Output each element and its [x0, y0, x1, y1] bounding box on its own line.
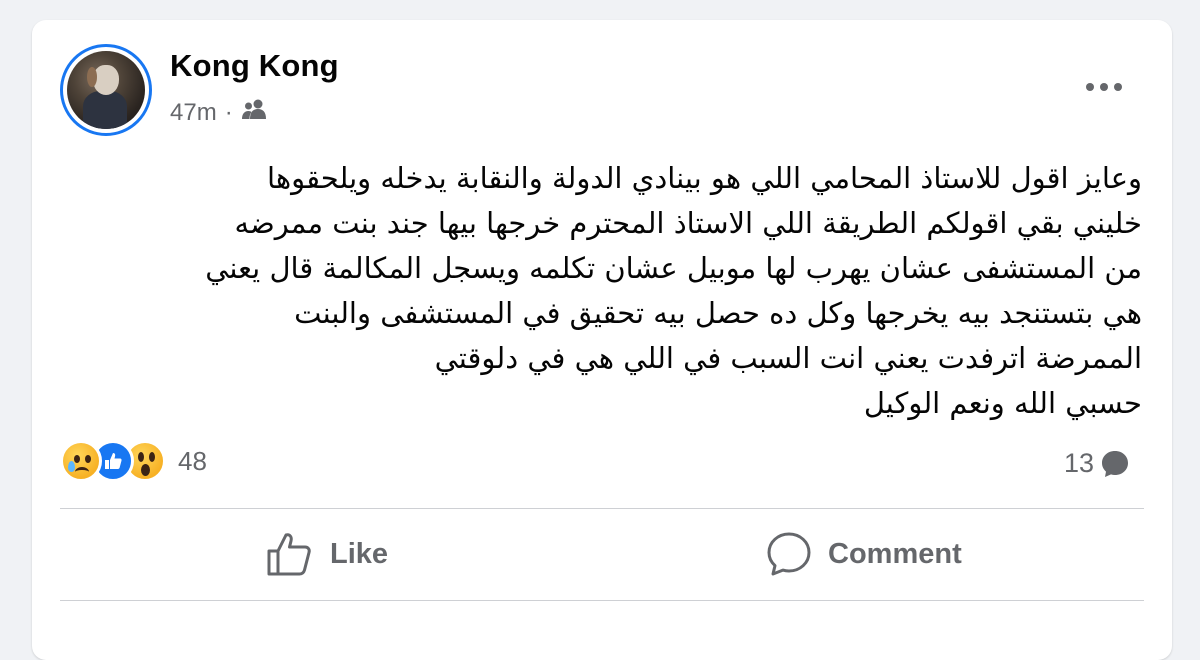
reaction-count[interactable]: 48 — [178, 446, 207, 477]
avatar[interactable] — [60, 44, 152, 136]
post-meta: 47m · — [170, 98, 267, 127]
comment-button[interactable]: Comment — [766, 530, 962, 578]
ellipsis-icon — [1086, 83, 1122, 91]
author-name[interactable]: Kong Kong — [170, 48, 339, 84]
avatar-photo — [67, 51, 145, 129]
more-options-button[interactable] — [1084, 70, 1124, 104]
thumbs-up-icon — [267, 533, 311, 576]
post-line: حسبي الله ونعم الوكيل — [863, 386, 1142, 420]
divider — [60, 508, 1144, 509]
post-line: من المستشفى عشان يهرب لها موبيل عشان تكل… — [205, 251, 1142, 285]
like-button[interactable]: Like — [266, 530, 388, 578]
comment-label: Comment — [828, 537, 962, 570]
post-line: هي بتستنجد بيه يخرجها وكل ده حصل بيه تحق… — [294, 296, 1142, 330]
comment-bubble-icon — [1102, 450, 1129, 477]
post-body: وعايز اقول للاستاذ المحامي اللي هو بيناد… — [66, 156, 1142, 426]
feed-background — [0, 0, 1200, 18]
friends-icon[interactable] — [241, 98, 267, 127]
comment-icon — [767, 532, 811, 576]
post-line: الممرضة اترفدت يعني انت السبب في اللي هي… — [434, 341, 1142, 375]
post-line: خليني بقي اقولكم الطريقة اللي الاستاذ ال… — [234, 206, 1142, 240]
reactions-summary[interactable]: 48 — [60, 440, 207, 482]
divider — [60, 600, 1144, 601]
meta-separator: · — [224, 98, 233, 126]
post-timestamp[interactable]: 47m — [170, 99, 217, 127]
sad-reaction-icon — [60, 440, 102, 482]
comment-count[interactable]: 13 — [1064, 448, 1130, 479]
post-line: وعايز اقول للاستاذ المحامي اللي هو بيناد… — [266, 161, 1142, 195]
comment-count-value: 13 — [1064, 448, 1095, 478]
like-label: Like — [330, 537, 389, 570]
